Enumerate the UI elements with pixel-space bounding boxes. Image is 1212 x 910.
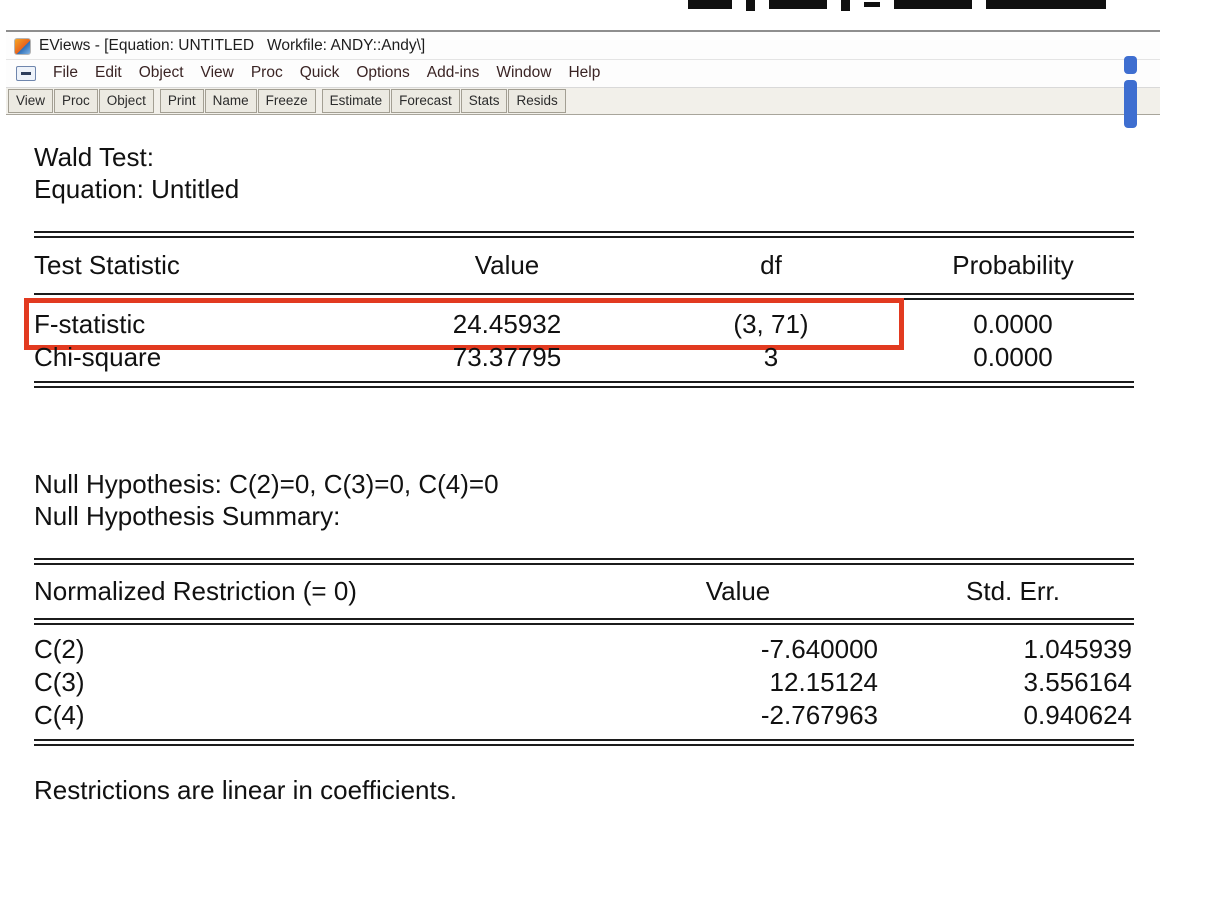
menu-options[interactable]: Options	[356, 64, 409, 82]
toolbar-freeze-button[interactable]: Freeze	[258, 89, 316, 113]
null-hypothesis-summary-line: Null Hypothesis Summary:	[34, 500, 1134, 532]
test-table-header: Test Statistic Value df Probability	[34, 238, 1134, 293]
cell-restriction: C(2)	[34, 633, 584, 666]
report-title: Wald Test:	[34, 141, 1134, 173]
cropped-text-fragment	[688, 0, 1106, 10]
blue-marker-bar	[1124, 80, 1137, 128]
eviews-logo-icon	[14, 38, 31, 55]
col-header-probability: Probability	[892, 249, 1134, 281]
page: EViews - [Equation: UNTITLED Workfile: A…	[0, 0, 1212, 910]
cell-value: -7.640000	[584, 633, 892, 666]
toolbar-proc-button[interactable]: Proc	[54, 89, 98, 113]
toolbar: View Proc Object Print Name Freeze Estim…	[6, 88, 1160, 115]
menu-bar: File Edit Object View Proc Quick Options…	[6, 59, 1160, 88]
col-header-value: Value	[584, 575, 892, 607]
wald-test-output: Wald Test: Equation: Untitled Test Stati…	[6, 115, 1154, 806]
col-header-normalized-restriction: Normalized Restriction (= 0)	[34, 575, 584, 607]
col-header-std-err: Std. Err.	[892, 575, 1134, 607]
col-header-test-statistic: Test Statistic	[34, 249, 364, 281]
toolbar-view-button[interactable]: View	[8, 89, 53, 113]
double-rule	[34, 558, 1134, 565]
col-header-value: Value	[364, 249, 650, 281]
double-rule	[34, 381, 1134, 388]
double-rule	[34, 231, 1134, 238]
cell-df: 3	[650, 341, 892, 374]
window-title: EViews - [Equation: UNTITLED Workfile: A…	[39, 37, 425, 55]
table-row-f-statistic: F-statistic 24.45932 (3, 71) 0.0000	[34, 308, 1134, 341]
toolbar-print-button[interactable]: Print	[160, 89, 204, 113]
cell-stderr: 1.045939	[892, 633, 1134, 666]
null-hypothesis-line: Null Hypothesis: C(2)=0, C(3)=0, C(4)=0	[34, 468, 1134, 500]
cell-restriction: C(4)	[34, 699, 584, 732]
cell-value: -2.767963	[584, 699, 892, 732]
toolbar-estimate-button[interactable]: Estimate	[322, 89, 391, 113]
cell-value: 73.37795	[364, 341, 650, 374]
menu-help[interactable]: Help	[568, 64, 600, 82]
menu-object[interactable]: Object	[139, 64, 184, 82]
eviews-window: EViews - [Equation: UNTITLED Workfile: A…	[6, 30, 1160, 806]
cell-stderr: 0.940624	[892, 699, 1134, 732]
mdi-control-icon[interactable]	[16, 66, 36, 81]
toolbar-name-button[interactable]: Name	[205, 89, 257, 113]
toolbar-stats-button[interactable]: Stats	[461, 89, 508, 113]
double-rule	[34, 739, 1134, 746]
table-row-c3: C(3) 12.15124 3.556164	[34, 666, 1134, 699]
cell-stat: Chi-square	[34, 341, 364, 374]
menu-quick[interactable]: Quick	[300, 64, 340, 82]
menu-view[interactable]: View	[201, 64, 234, 82]
cell-value: 24.45932	[364, 308, 650, 341]
cell-stderr: 3.556164	[892, 666, 1134, 699]
toolbar-object-button[interactable]: Object	[99, 89, 154, 113]
menu-edit[interactable]: Edit	[95, 64, 122, 82]
cell-prob: 0.0000	[892, 308, 1134, 341]
cell-value: 12.15124	[584, 666, 892, 699]
double-rule	[34, 293, 1134, 300]
toolbar-resids-button[interactable]: Resids	[508, 89, 565, 113]
toolbar-forecast-button[interactable]: Forecast	[391, 89, 460, 113]
cell-restriction: C(3)	[34, 666, 584, 699]
cell-stat: F-statistic	[34, 308, 364, 341]
col-header-df: df	[650, 249, 892, 281]
menu-add-ins[interactable]: Add-ins	[427, 64, 480, 82]
title-bar[interactable]: EViews - [Equation: UNTITLED Workfile: A…	[6, 32, 1160, 59]
menu-proc[interactable]: Proc	[251, 64, 283, 82]
table-row-c2: C(2) -7.640000 1.045939	[34, 633, 1134, 666]
restriction-table-header: Normalized Restriction (= 0) Value Std. …	[34, 565, 1134, 618]
menu-file[interactable]: File	[53, 64, 78, 82]
blue-marker-dot	[1124, 56, 1137, 74]
cell-prob: 0.0000	[892, 341, 1134, 374]
report-equation: Equation: Untitled	[34, 173, 1134, 205]
table-row-chi-square: Chi-square 73.37795 3 0.0000	[34, 341, 1134, 374]
menu-window[interactable]: Window	[496, 64, 551, 82]
table-row-c4: C(4) -2.767963 0.940624	[34, 699, 1134, 732]
cell-df: (3, 71)	[650, 308, 892, 341]
double-rule	[34, 618, 1134, 625]
restrictions-note: Restrictions are linear in coefficients.	[34, 774, 1134, 806]
